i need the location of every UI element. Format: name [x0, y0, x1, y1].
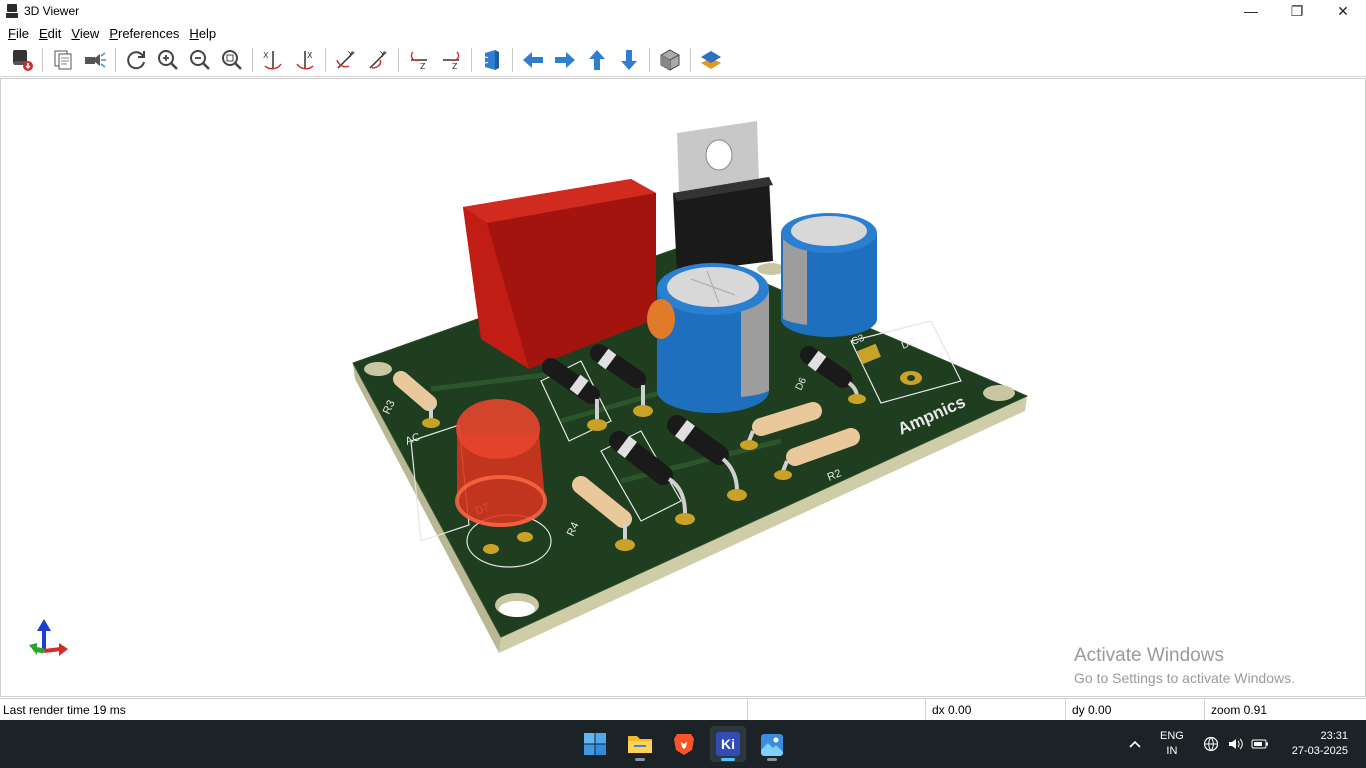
taskbar: Ki ENG IN 23:31 27-03-2025 [0, 720, 1366, 768]
window-title: 3D Viewer [24, 4, 80, 18]
watermark-subtitle: Go to Settings to activate Windows. [1074, 670, 1295, 686]
move-left-icon[interactable] [519, 46, 547, 74]
window-controls: — ❐ ✕ [1228, 0, 1366, 22]
language-code: ENG [1160, 730, 1184, 742]
clock-date: 27-03-2025 [1291, 745, 1348, 757]
menu-help[interactable]: Help [185, 26, 220, 41]
export-icon[interactable] [8, 46, 36, 74]
rotate-z-cw-icon[interactable]: Z [405, 46, 433, 74]
toolbar-separator [325, 48, 326, 72]
globe-icon [1203, 736, 1219, 752]
kicad-button[interactable]: Ki [710, 726, 746, 762]
rotate-x-ccw-icon[interactable]: X [291, 46, 319, 74]
minimize-button[interactable]: — [1228, 0, 1274, 22]
move-right-icon[interactable] [551, 46, 579, 74]
language-region: IN [1166, 745, 1178, 757]
orthographic-icon[interactable] [656, 46, 684, 74]
svg-text:Z: Z [452, 62, 458, 71]
windows-icon [584, 733, 606, 755]
zoom-status: zoom 0.91 [1211, 703, 1268, 717]
rotate-x-cw-icon[interactable]: X [259, 46, 287, 74]
toolbar: X X Y Y Z Z [0, 44, 1366, 77]
tray-chevron[interactable] [1128, 720, 1142, 768]
toolbar-separator [42, 48, 43, 72]
kicad-icon: Ki [716, 732, 740, 756]
photos-button[interactable] [754, 726, 790, 762]
svg-text:Z: Z [420, 62, 426, 71]
watermark-title: Activate Windows [1074, 645, 1224, 666]
move-up-icon[interactable] [583, 46, 611, 74]
rotate-y-cw-icon[interactable]: Y [332, 46, 360, 74]
toolbar-separator [115, 48, 116, 72]
app-icon [6, 4, 18, 18]
activate-windows-watermark: Activate Windows Go to Settings to activ… [1074, 645, 1295, 686]
move-down-icon[interactable] [615, 46, 643, 74]
status-bar: Last render time 19 ms dx 0.00 dy 0.00 z… [0, 698, 1366, 721]
menu-view[interactable]: View [67, 26, 103, 41]
battery-status[interactable] [1251, 720, 1269, 768]
menu-file[interactable]: File [4, 26, 33, 41]
menu-preferences[interactable]: Preferences [105, 26, 183, 41]
speaker-icon [1229, 738, 1243, 750]
toolbar-separator [252, 48, 253, 72]
zoom-out-icon[interactable] [186, 46, 214, 74]
menu-bar: File Edit View Preferences Help [0, 22, 1366, 44]
maximize-button[interactable]: ❐ [1274, 0, 1320, 22]
chevron-up-icon [1129, 740, 1141, 748]
brave-browser-button[interactable] [666, 726, 702, 762]
axis-gizmo [29, 619, 68, 656]
copy-icon[interactable] [49, 46, 77, 74]
brave-icon [674, 734, 694, 755]
raytrace-icon[interactable] [81, 46, 109, 74]
layers-icon[interactable] [697, 46, 725, 74]
volume-status[interactable] [1227, 720, 1243, 768]
close-button[interactable]: ✕ [1320, 0, 1366, 22]
file-explorer-button[interactable] [622, 726, 658, 762]
toolbar-separator [398, 48, 399, 72]
toolbar-separator [471, 48, 472, 72]
flip-board-icon[interactable] [478, 46, 506, 74]
clock-time: 23:31 [1320, 730, 1348, 742]
rotate-z-ccw-icon[interactable]: Z [437, 46, 465, 74]
system-clock[interactable]: 23:31 27-03-2025 [1292, 729, 1348, 759]
svg-text:X: X [263, 51, 269, 60]
toolbar-separator [649, 48, 650, 72]
folder-icon [628, 736, 652, 753]
reload-icon[interactable] [122, 46, 150, 74]
svg-text:X: X [307, 51, 313, 60]
rotate-y-ccw-icon[interactable]: Y [364, 46, 392, 74]
photos-icon [761, 734, 783, 756]
start-button[interactable] [577, 726, 613, 762]
pcb-3d-render[interactable]: Ampnics R3 AC D7 R4 R2 C3 DC D6 [1, 79, 1366, 697]
language-indicator[interactable]: ENG IN [1160, 720, 1184, 768]
dy-status: dy 0.00 [1072, 703, 1112, 717]
toolbar-separator [512, 48, 513, 72]
menu-edit[interactable]: Edit [35, 26, 65, 41]
render-time-status: Last render time 19 ms [3, 703, 126, 717]
toolbar-separator [690, 48, 691, 72]
dx-status: dx 0.00 [932, 703, 972, 717]
3d-viewport[interactable]: Ampnics R3 AC D7 R4 R2 C3 DC D6 [0, 78, 1366, 697]
zoom-in-icon[interactable] [154, 46, 182, 74]
network-status[interactable] [1203, 720, 1219, 768]
title-bar: 3D Viewer — ❐ ✕ [0, 0, 1366, 22]
zoom-fit-icon[interactable] [218, 46, 246, 74]
battery-icon [1251, 739, 1268, 749]
